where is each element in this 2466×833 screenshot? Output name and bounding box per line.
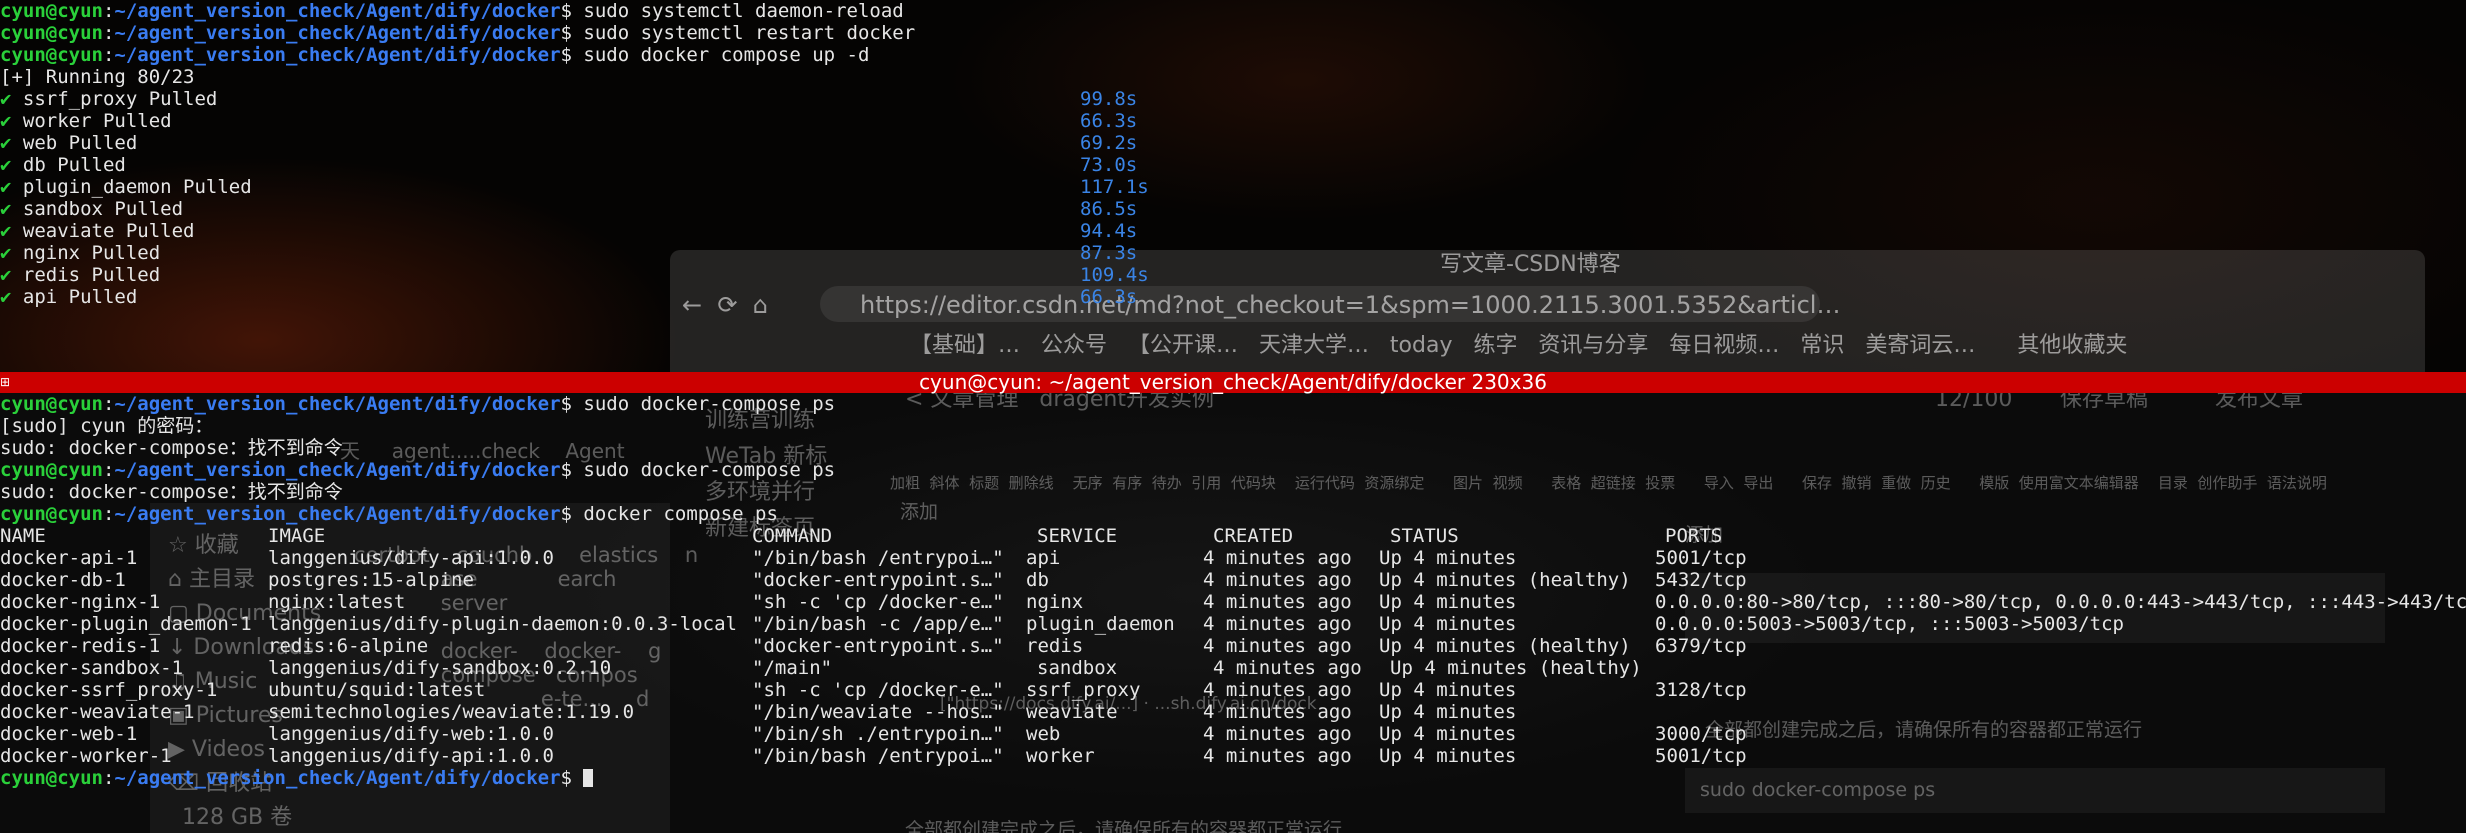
editor-title-counter: 12/100 <box>1935 393 2013 412</box>
running-status: [+] Running 80/23 <box>0 66 195 88</box>
editor-toolbar: 加粗 斜体 标题 删除线 无序 有序 待办 引用 代码块 运行代码 资源绑定 图… <box>890 474 2327 492</box>
check-icon: ✔ <box>0 154 12 176</box>
pull-line: ✔ worker Pulled 66.3s <box>0 110 1138 132</box>
pull-line: ✔ web Pulled 69.2s <box>0 132 1138 154</box>
text-cursor <box>583 769 594 787</box>
table-row: docker-weaviate-1 semitechnologies/weavi… <box>0 701 1517 723</box>
terminal-title-bar[interactable]: ⊞ cyun@cyun: ~/agent_version_check/Agent… <box>0 372 2466 393</box>
bottom-terminal-pane[interactable]: ☆ 收藏 ⌂ 主目录 ▢ Documents ↓ Downloads ♫ Mus… <box>0 393 2466 833</box>
error-line: sudo: docker-compose：找不到命令 <box>0 437 343 459</box>
preview-code: sudo docker-compose ps <box>1700 779 1936 801</box>
check-icon: ✔ <box>0 132 12 154</box>
check-icon: ✔ <box>0 110 12 132</box>
terminal-line: cyun@cyun:~/agent_version_check/Agent/di… <box>0 44 870 66</box>
window-title: cyun@cyun: ~/agent_version_check/Agent/d… <box>919 370 1547 394</box>
pull-line: ✔ api Pulled 66.3s <box>0 286 1138 308</box>
pull-line: ✔ ssrf_proxy Pulled 99.8s <box>0 88 1138 110</box>
check-icon: ✔ <box>0 286 12 308</box>
ps-table-header: NAME IMAGE COMMAND SERVICE CREATED STATU… <box>0 525 1723 547</box>
terminal-line: cyun@cyun:~/agent_version_check/Agent/di… <box>0 393 836 415</box>
table-row: docker-ssrf_proxy-1 ubuntu/squid:latest … <box>0 679 1747 701</box>
table-row: docker-redis-1 redis:6-alpine "docker-en… <box>0 635 1747 657</box>
check-icon: ✔ <box>0 198 12 220</box>
table-row: docker-api-1 langgenius/dify-api:1.0.0 "… <box>0 547 1747 569</box>
pull-line: ✔ weaviate Pulled 94.4s <box>0 220 1138 242</box>
terminal-line: cyun@cyun:~/agent_version_check/Agent/di… <box>0 22 916 44</box>
check-icon: ✔ <box>0 220 12 242</box>
top-terminal-pane[interactable]: ← ⟳ ⌂ 写文章-CSDN博客 https://editor.csdn.net… <box>0 0 2466 372</box>
terminal-line: cyun@cyun:~/agent_version_check/Agent/di… <box>0 459 836 481</box>
table-row: docker-db-1 postgres:15-alpine "docker-e… <box>0 569 1747 591</box>
error-line: sudo: docker-compose：找不到命令 <box>0 481 343 503</box>
pull-line: ✔ sandbox Pulled 86.5s <box>0 198 1138 220</box>
table-row: docker-worker-1 langgenius/dify-api:1.0.… <box>0 745 1747 767</box>
editor-back-link: < 文章管理 dragent开发实例 <box>905 393 1214 412</box>
table-row: docker-plugin_daemon-1 langgenius/dify-p… <box>0 613 2124 635</box>
browser-tab-title: 写文章-CSDN博客 <box>1440 252 1621 277</box>
table-row: docker-web-1 langgenius/dify-web:1.0.0 "… <box>0 723 1747 745</box>
save-draft-button: 保存草稿 <box>2060 393 2149 412</box>
publish-button: 发布文章 <box>2215 393 2304 412</box>
editor-bottom-text: 全部都创建完成之后，请确保所有的容器都正常运行 <box>905 819 1343 833</box>
check-icon: ✔ <box>0 88 12 110</box>
pull-line: ✔ db Pulled 73.0s <box>0 154 1138 176</box>
check-icon: ✔ <box>0 242 12 264</box>
table-row: docker-sandbox-1 langgenius/dify-sandbox… <box>0 657 1642 679</box>
resize-grip-icon[interactable]: ⊞ <box>0 375 10 389</box>
browser-bookmarks-bar: 【基础】… 公众号 【公开课… 天津大学… today 练字 资讯与分享 每日视… <box>910 333 2128 358</box>
terminal-input-line[interactable]: cyun@cyun:~/agent_version_check/Agent/di… <box>0 767 594 789</box>
terminal-line: cyun@cyun:~/agent_version_check/Agent/di… <box>0 503 778 525</box>
pull-line: ✔ plugin_daemon Pulled 117.1s <box>0 176 1149 198</box>
table-row: docker-nginx-1 nginx:latest "sh -c 'cp /… <box>0 591 2466 613</box>
check-icon: ✔ <box>0 264 12 286</box>
editor-add-label: 添加 <box>900 501 939 523</box>
sudo-password-prompt: [sudo] cyun 的密码： <box>0 415 214 437</box>
pull-line: ✔ nginx Pulled 87.3s <box>0 242 1138 264</box>
terminal-line: cyun@cyun:~/agent_version_check/Agent/di… <box>0 0 904 22</box>
pull-line: ✔ redis Pulled 109.4s <box>0 264 1149 286</box>
check-icon: ✔ <box>0 176 12 198</box>
